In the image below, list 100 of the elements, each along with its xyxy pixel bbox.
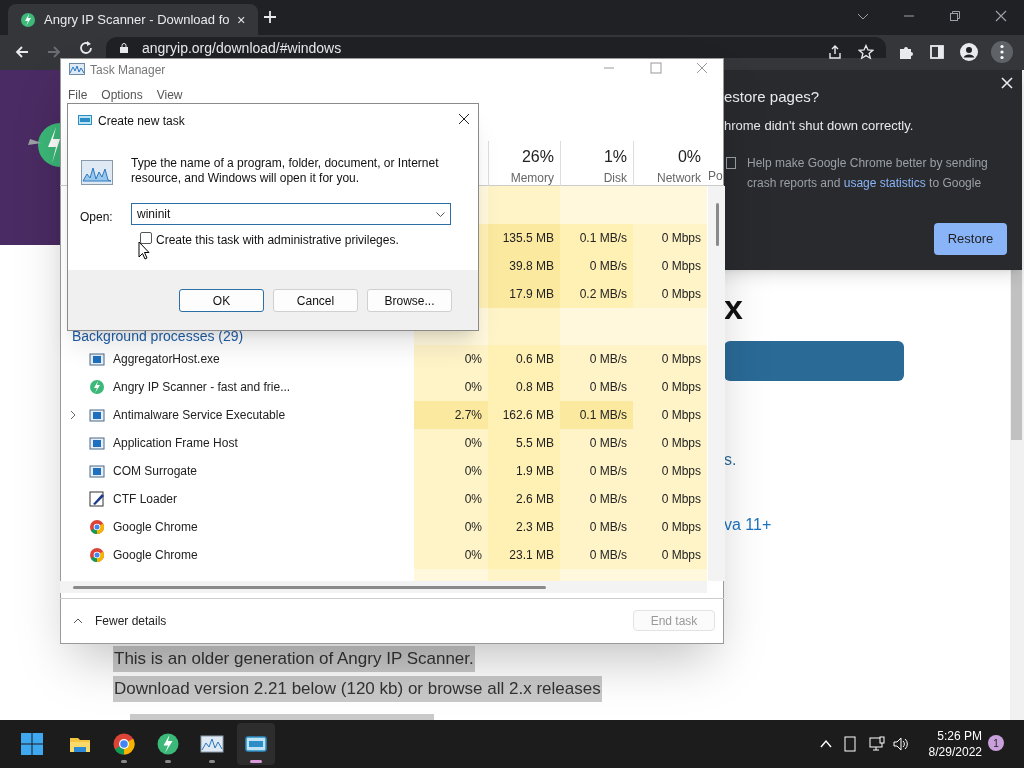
table-cell: 0 MB/s: [560, 457, 633, 485]
table-cell: 0 MB/s: [560, 252, 633, 280]
table-cell: 0 MB/s: [560, 429, 633, 457]
page-paragraph: This is an older generation of Angry IP Scanner.: [113, 646, 475, 672]
process-row[interactable]: CTF Loader: [60, 485, 414, 513]
table-cell: 2.3 MB: [488, 513, 560, 541]
address-bar[interactable]: angryip.org/download/#windows: [106, 37, 886, 58]
table-cell: 0 Mbps: [633, 513, 707, 541]
page-link[interactable]: va 11+: [724, 513, 772, 537]
speaker-icon[interactable]: [893, 736, 909, 752]
notification-badge[interactable]: 1: [988, 735, 1004, 751]
monitor-graph-icon: [200, 732, 224, 756]
browser-tab[interactable]: Angry IP Scanner - Download fo: [8, 4, 258, 35]
restore-icon[interactable]: [949, 10, 961, 22]
table-cell: 0 Mbps: [633, 429, 707, 457]
dialog-button[interactable]: Browse...: [367, 289, 452, 312]
app-window-icon: [89, 463, 105, 479]
menu-item[interactable]: View: [156, 86, 183, 104]
field-label: Open:: [80, 209, 113, 226]
table-cell: 2.6 MB: [488, 485, 560, 513]
lightning-icon: [156, 732, 180, 756]
dialog-title: Create new task: [98, 113, 185, 130]
app-window-icon: [89, 407, 105, 423]
table-cell: 0.1 MB/s: [560, 224, 633, 252]
menu-item[interactable]: File: [68, 86, 88, 104]
chevron-right-icon[interactable]: [69, 410, 77, 420]
process-row[interactable]: Google Chrome: [60, 541, 414, 569]
page-text: s.: [724, 450, 737, 470]
popup-title: estore pages?: [724, 87, 820, 107]
reload-icon[interactable]: [78, 40, 94, 56]
app-window-icon: [89, 435, 105, 451]
checkbox[interactable]: [726, 157, 736, 169]
chevron-up-icon[interactable]: [820, 738, 832, 750]
dialog-button[interactable]: Cancel: [273, 289, 358, 312]
profile-icon[interactable]: [959, 42, 979, 62]
table-cell: 39.8 MB: [488, 252, 560, 280]
windows-start-icon[interactable]: [20, 732, 44, 756]
table-cell: 0 MB/s: [560, 541, 633, 569]
menu-icon[interactable]: [990, 40, 1014, 64]
chevron-down-icon: [436, 211, 445, 217]
dialog-button[interactable]: OK: [179, 289, 264, 312]
table-cell: 0 MB/s: [560, 513, 633, 541]
process-row[interactable]: Angry IP Scanner - fast and frie...: [60, 373, 414, 401]
table-cell: 0 MB/s: [560, 485, 633, 513]
table-cell: [488, 308, 560, 347]
table-cell: 0%: [414, 485, 488, 513]
process-row[interactable]: Antimalware Service Executable: [60, 401, 414, 429]
chrome-icon: [112, 732, 136, 756]
lightning-icon: [89, 379, 105, 395]
close-icon[interactable]: [458, 113, 470, 125]
lightning-icon: [20, 11, 36, 28]
consent-text: Help make Google Chrome better by sending crash reports and usage statistics to Google: [747, 155, 989, 192]
table-cell: 17.9 MB: [488, 280, 560, 308]
cursor-icon: [138, 241, 150, 260]
table-cell: 0.8 MB: [488, 373, 560, 401]
checkbox[interactable]: [140, 232, 152, 244]
process-row[interactable]: COM Surrogate: [60, 457, 414, 485]
table-cell: 2.7%: [414, 401, 488, 429]
table-cell: [488, 186, 560, 224]
table-cell: 0 Mbps: [633, 373, 707, 401]
table-cell: 0.6 MB: [488, 345, 560, 373]
puzzle-icon[interactable]: [898, 44, 914, 60]
table-cell: 0%: [414, 513, 488, 541]
process-row[interactable]: Application Frame Host: [60, 429, 414, 457]
monitor-graph-icon: [81, 160, 113, 185]
fewer-details-link[interactable]: Fewer details: [73, 612, 167, 630]
tab-title: Angry IP Scanner - Download fo: [44, 10, 230, 29]
menu-item[interactable]: Options: [101, 86, 143, 104]
table-cell: 135.5 MB: [488, 224, 560, 252]
table-cell: 0.1 MB/s: [560, 401, 633, 429]
table-cell: 0 Mbps: [633, 485, 707, 513]
process-row[interactable]: Google Chrome: [60, 513, 414, 541]
table-cell: 0 MB/s: [560, 373, 633, 401]
close-icon[interactable]: [995, 10, 1007, 22]
page-heading: x: [724, 287, 743, 328]
column-header[interactable]: Po: [707, 141, 724, 187]
clock[interactable]: 5:26 PM 8/29/2022: [918, 728, 982, 760]
side-panel-icon[interactable]: [929, 44, 945, 60]
checkbox-label[interactable]: Create this task with administrative privileges.: [156, 231, 399, 249]
table-cell: 0 Mbps: [633, 252, 707, 280]
forward-icon[interactable]: [46, 44, 62, 60]
table-cell: 0%: [414, 345, 488, 373]
app-window-icon: [89, 351, 105, 367]
star-icon[interactable]: [858, 44, 874, 60]
monitor-graph-icon: [69, 63, 85, 75]
plus-icon[interactable]: [262, 9, 278, 25]
consent-link[interactable]: usage statistics: [843, 176, 926, 190]
process-row[interactable]: AggregatorHost.exe: [60, 345, 414, 373]
network-icon[interactable]: [869, 736, 885, 752]
share-icon[interactable]: [827, 44, 843, 60]
popup-message: hrome didn't shut down correctly.: [724, 117, 914, 135]
scrollbar-thumb[interactable]: [716, 203, 719, 246]
open-field[interactable]: wininit: [131, 203, 451, 225]
taskbar-app[interactable]: [237, 723, 275, 765]
table-cell: 0%: [414, 429, 488, 457]
table-cell: 0 Mbps: [633, 457, 707, 485]
tablet-icon[interactable]: [844, 736, 856, 752]
back-icon[interactable]: [14, 44, 30, 60]
scrollbar-thumb[interactable]: [73, 586, 546, 589]
restore-button[interactable]: Restore: [934, 223, 1007, 255]
